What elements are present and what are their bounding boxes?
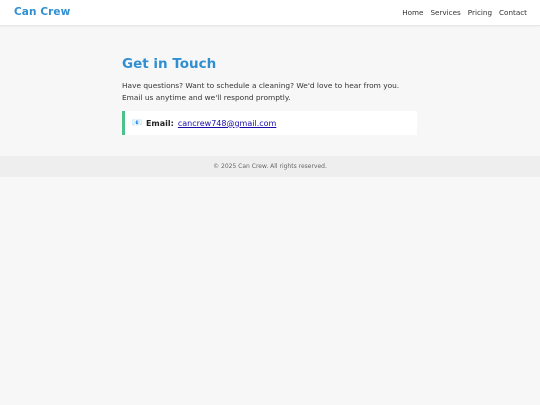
nav-services[interactable]: Services bbox=[430, 8, 460, 17]
email-label: Email: bbox=[145, 118, 174, 128]
email-icon: 📧 bbox=[132, 118, 142, 127]
contact-description: Have questions? Want to schedule a clean… bbox=[122, 81, 400, 102]
navbar: Can Crew Home Services Pricing Contact bbox=[0, 0, 540, 26]
nav-pricing[interactable]: Pricing bbox=[468, 8, 492, 17]
nav-home[interactable]: Home bbox=[402, 8, 423, 17]
page-title: Get in Touch bbox=[122, 56, 217, 72]
brand-logo[interactable]: Can Crew bbox=[14, 6, 70, 18]
nav-contact[interactable]: Contact bbox=[499, 8, 527, 17]
footer-copyright: © 2025 Can Crew. All rights reserved. bbox=[213, 163, 327, 170]
main-nav: Home Services Pricing Contact bbox=[402, 8, 527, 17]
footer: © 2025 Can Crew. All rights reserved. bbox=[0, 156, 540, 177]
email-link[interactable]: cancrew748@gmail.com bbox=[178, 119, 276, 128]
contact-section: Get in Touch Have questions? Want to sch… bbox=[122, 56, 422, 135]
email-card: 📧 Email: cancrew748@gmail.com bbox=[122, 111, 417, 135]
